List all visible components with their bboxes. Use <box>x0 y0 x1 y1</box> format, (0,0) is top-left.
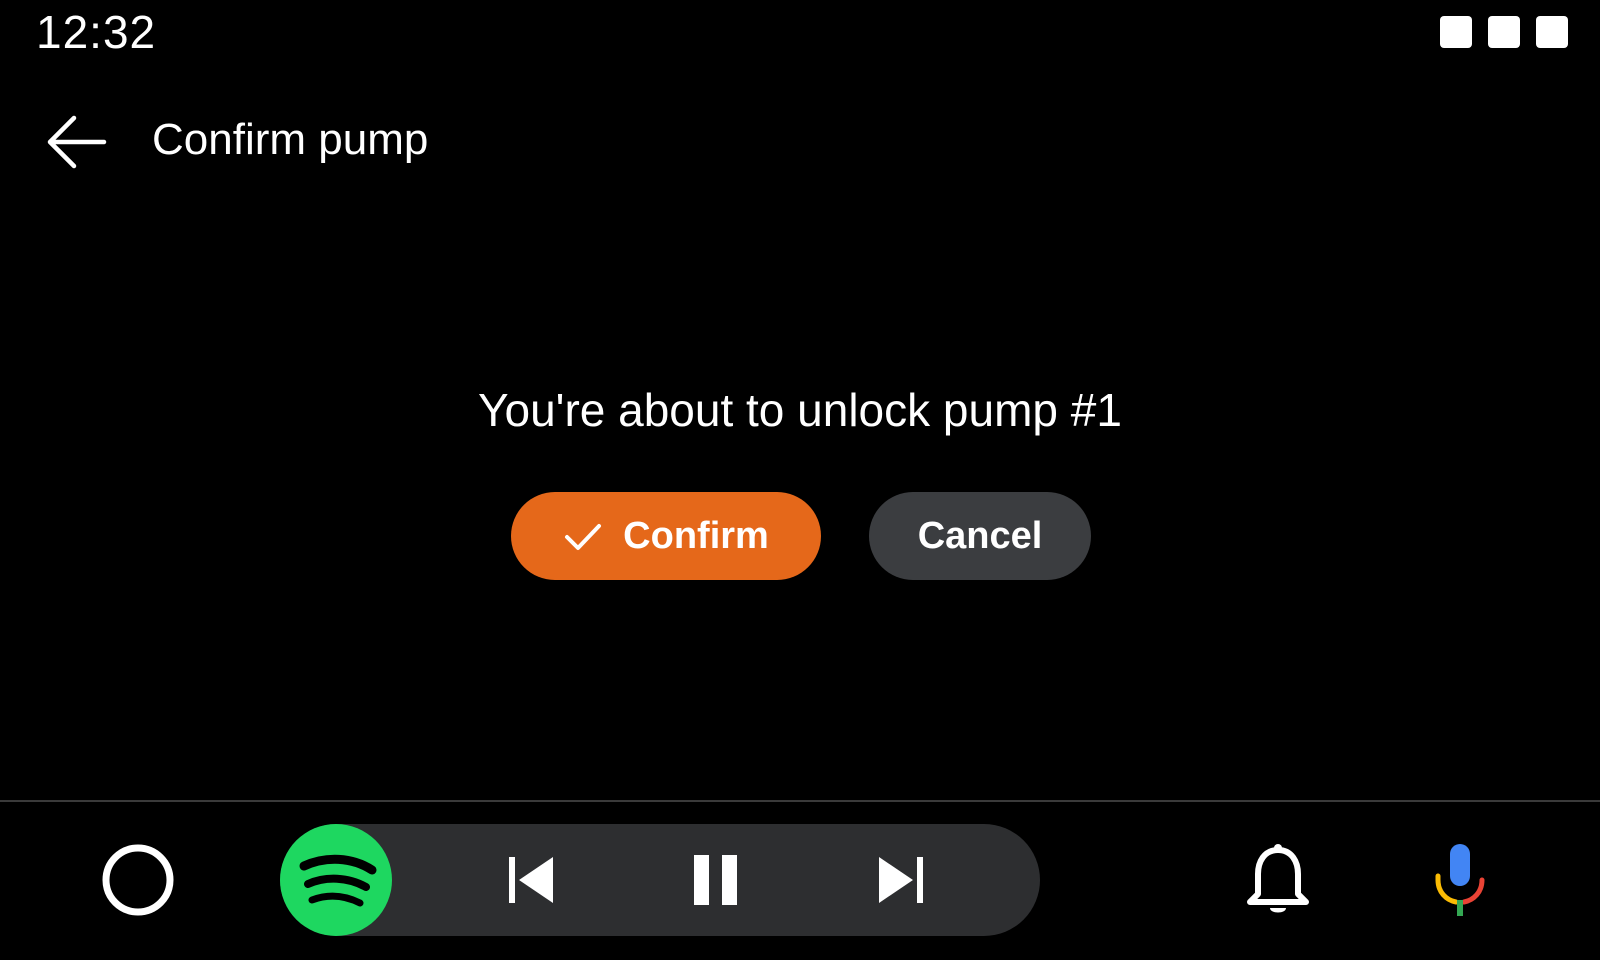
arrow-back-icon <box>47 115 107 169</box>
status-indicator-icon <box>1488 16 1520 48</box>
status-time: 12:32 <box>36 6 157 58</box>
unlock-message: You're about to unlock pump #1 <box>478 384 1122 436</box>
spotify-logo <box>299 854 377 907</box>
cancel-label: Cancel <box>917 514 1043 557</box>
assistant-button[interactable] <box>1432 842 1488 922</box>
pause-icon <box>694 855 737 905</box>
home-circle-icon <box>102 844 174 916</box>
status-indicator-icon <box>1536 16 1568 48</box>
bell-icon <box>1247 844 1309 913</box>
notifications-button[interactable] <box>1246 842 1310 918</box>
status-icons <box>1440 16 1568 48</box>
microphone-icon <box>1435 844 1485 916</box>
next-track-icon <box>879 857 923 903</box>
back-button[interactable] <box>40 106 112 178</box>
previous-track-icon <box>509 857 553 903</box>
page-title: Confirm pump <box>152 115 429 164</box>
home-button[interactable] <box>100 842 176 918</box>
spotify-app-button[interactable] <box>280 824 392 936</box>
check-icon <box>565 524 602 550</box>
pause-button[interactable] <box>686 850 746 910</box>
status-indicator-icon <box>1440 16 1472 48</box>
bottom-bar-divider <box>0 800 1600 802</box>
cancel-button[interactable]: Cancel <box>869 492 1091 580</box>
confirm-label: Confirm <box>623 514 769 557</box>
action-buttons: Confirm Cancel <box>511 492 1091 580</box>
previous-track-button[interactable] <box>502 850 562 910</box>
next-track-button[interactable] <box>870 850 930 910</box>
confirm-button[interactable]: Confirm <box>511 492 821 580</box>
